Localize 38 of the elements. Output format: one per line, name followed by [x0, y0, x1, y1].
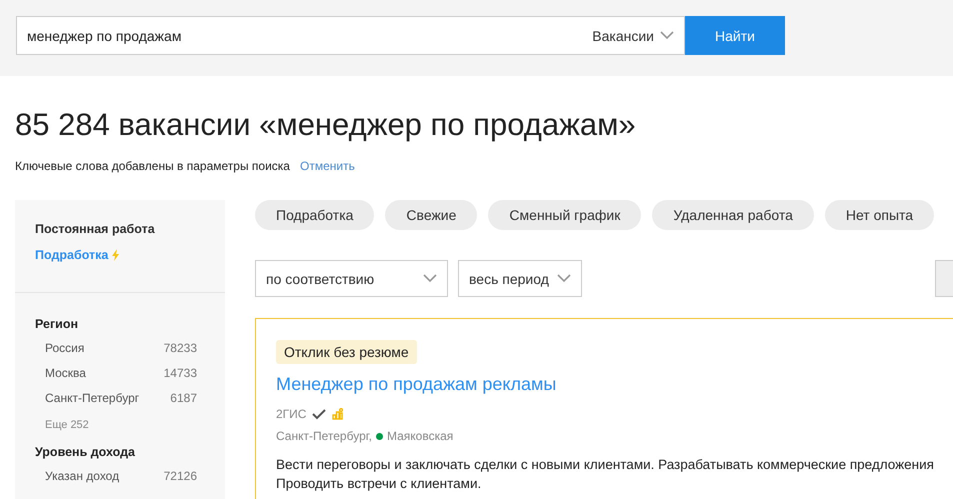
region-count: 14733 — [164, 366, 197, 382]
chevron-down-icon — [660, 31, 674, 40]
city-text: Санкт-Петербург, — [276, 429, 372, 443]
metro-station: Маяковская — [386, 429, 454, 443]
search-value: менеджер по продажам — [27, 28, 182, 44]
region-count: 78233 — [164, 341, 197, 357]
sort-dropdown[interactable]: по соответствию — [255, 260, 448, 297]
cancel-link[interactable]: Отменить — [300, 159, 355, 173]
chevron-down-icon — [423, 274, 437, 283]
income-option[interactable]: Указан доход — [45, 469, 120, 494]
region-option[interactable]: Россия — [45, 341, 84, 366]
filter-chip[interactable]: Свежие — [385, 200, 478, 230]
company-name: 2ГИС — [276, 407, 306, 421]
search-field[interactable]: менеджер по продажам Вакансии — [16, 16, 685, 55]
vacancy-description: Вести переговоры и заключать сделки с новыми клиентами. Разрабатывать коммерческие предложения — [276, 457, 935, 472]
bar-chart-icon — [332, 408, 344, 420]
income-count: 72126 — [164, 469, 197, 485]
region-count: 6187 — [170, 391, 197, 407]
vacancy-description: Проводить встречи с клиентами. — [276, 476, 482, 491]
filter-chip[interactable]: Сменный график — [488, 200, 642, 230]
search-button[interactable]: Найти — [685, 16, 785, 55]
page-heading: 85 284 вакансии «менеджер по продажам» — [15, 106, 637, 144]
filter-chip[interactable]: Подработка — [255, 200, 374, 230]
filter-chip[interactable]: Нет опыта — [824, 200, 934, 230]
employment-option[interactable]: Постоянная работа — [35, 222, 205, 236]
check-icon — [312, 408, 326, 420]
filter-title: Уровень дохода — [35, 445, 136, 459]
cut-off-button[interactable] — [935, 260, 953, 297]
vacancy-badge: Отклик без резюме — [276, 340, 417, 364]
chevron-down-icon — [556, 274, 571, 283]
region-option[interactable]: Санкт-Петербург — [45, 391, 140, 416]
filter-title: Регион — [35, 317, 80, 331]
sort-dropdown[interactable]: весь период — [458, 260, 582, 297]
lightning-icon — [111, 249, 120, 261]
scope-dropdown[interactable]: Вакансии — [592, 28, 674, 44]
region-option[interactable]: Москва — [45, 366, 86, 391]
notice-text: Ключевые слова добавлены в параметры поиска — [15, 159, 290, 173]
filter-chip[interactable]: Удаленная работа — [652, 200, 814, 230]
